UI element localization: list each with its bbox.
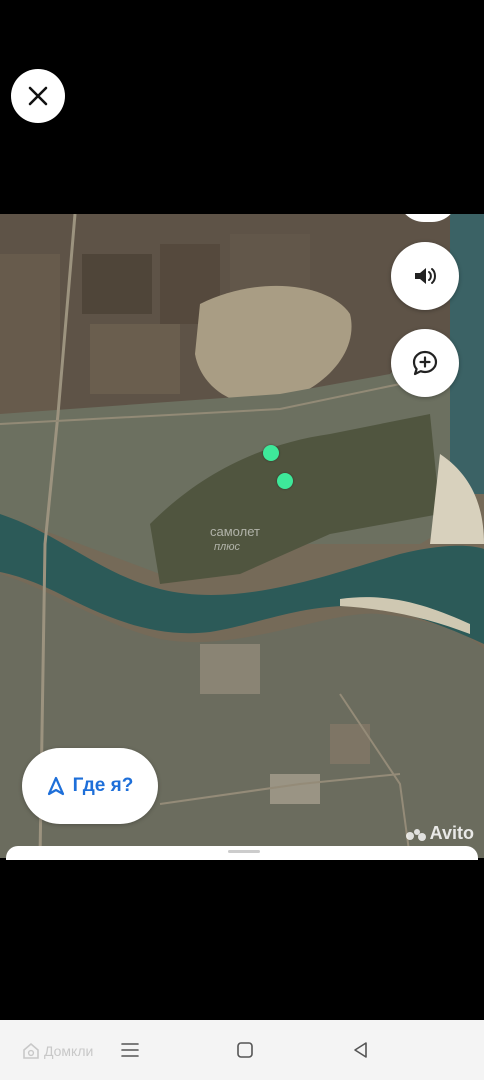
chat-plus-icon xyxy=(412,350,438,376)
add-comment-button[interactable] xyxy=(391,329,459,397)
bottom-sheet-edge[interactable] xyxy=(6,846,478,860)
domclick-text: Домкли xyxy=(44,1043,94,1059)
watermark-subtext: плюс xyxy=(214,541,241,553)
map-pin[interactable] xyxy=(277,473,293,489)
recent-apps-button[interactable] xyxy=(118,1038,142,1062)
back-button[interactable] xyxy=(349,1038,373,1062)
sheet-handle[interactable] xyxy=(228,850,260,853)
triangle-back-icon xyxy=(354,1042,367,1058)
domclick-watermark: Домкли xyxy=(22,1042,93,1060)
square-home-icon xyxy=(237,1042,253,1058)
map-pin[interactable] xyxy=(263,445,279,461)
avito-text: Avito xyxy=(429,823,474,843)
avito-watermark: Avito xyxy=(405,823,474,844)
satellite-map-image[interactable]: самолет плюс Где я? Avito xyxy=(0,214,484,858)
close-button[interactable] xyxy=(11,69,65,123)
watermark-text: самолет xyxy=(210,524,260,539)
sound-button[interactable] xyxy=(391,242,459,310)
close-icon xyxy=(28,86,48,106)
where-am-i-button[interactable]: Где я? xyxy=(22,748,158,824)
where-am-i-label: Где я? xyxy=(72,775,134,796)
location-arrow-icon xyxy=(47,776,64,796)
home-button[interactable] xyxy=(233,1038,257,1062)
menu-lines-icon xyxy=(121,1043,139,1057)
domclick-logo-icon xyxy=(23,1042,39,1059)
system-navbar: Домкли xyxy=(0,1020,484,1080)
speaker-icon xyxy=(415,268,436,284)
avito-logo-icon xyxy=(405,828,426,841)
